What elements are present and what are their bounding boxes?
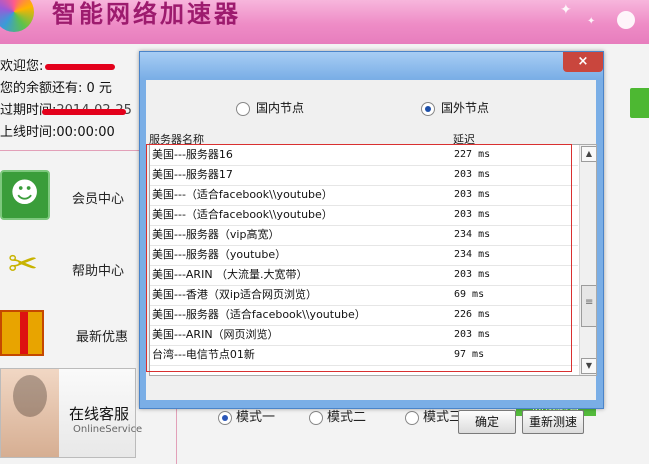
online-service-button[interactable]: 在线客服 OnlineService	[0, 368, 142, 458]
sidebar-item-promo[interactable]: 最新优惠	[0, 308, 160, 368]
scroll-thumb[interactable]	[581, 285, 596, 327]
connect-button[interactable]	[630, 88, 649, 118]
sidebar-divider	[0, 150, 160, 151]
radio-foreign[interactable]: 国外节点	[421, 99, 489, 116]
sparkle-icon: ✦	[560, 2, 572, 18]
mode-label: 模式一	[236, 410, 276, 425]
radio-domestic[interactable]: 国内节点	[236, 99, 304, 116]
expire-line: 过期时间:2014-02-25	[0, 100, 160, 122]
radio-icon	[236, 101, 250, 116]
sparkle-icon: ✦	[587, 16, 596, 27]
radio-selected-icon	[421, 101, 435, 116]
mode-label: 模式三	[423, 410, 463, 425]
online-line: 上线时间:00:00:00	[0, 122, 160, 144]
online-label: 上线时间:	[0, 125, 57, 140]
service-subtitle: OnlineService	[73, 424, 143, 435]
retest-button[interactable]: 重新测速	[522, 410, 584, 434]
app-header: 智能网络加速器 ✦ ✦	[0, 0, 649, 44]
redacted-mark	[45, 63, 116, 70]
scroll-up-icon[interactable]: ▲	[581, 146, 596, 162]
balance-value: 0 元	[86, 81, 112, 96]
service-title: 在线客服	[69, 405, 130, 423]
radio-selected-icon	[218, 410, 232, 425]
dialog-body: 国内节点 国外节点 服务器名称 延迟 美国---服务器16 227 ms 美国---…	[146, 80, 597, 434]
member-icon	[0, 170, 50, 220]
gift-icon	[0, 310, 44, 356]
radio-label: 国外节点	[441, 101, 490, 115]
redacted-mark	[42, 109, 126, 115]
tools-icon: ✂	[7, 244, 39, 285]
app-title: 智能网络加速器	[52, 0, 241, 28]
vertical-scrollbar[interactable]: ▲ ▼	[579, 145, 596, 375]
online-value: 00:00:00	[56, 125, 115, 140]
sidebar-item-member[interactable]: 会员中心	[0, 170, 160, 230]
close-button[interactable]: ×	[563, 52, 603, 72]
service-avatar	[1, 369, 59, 457]
radio-icon	[309, 410, 323, 425]
sidebar-item-help[interactable]: ✂ 帮助中心	[0, 242, 160, 302]
welcome-line: 欢迎您:	[0, 56, 160, 78]
ok-button[interactable]: 确定	[458, 410, 516, 434]
app-logo-icon	[0, 0, 34, 32]
minimize-button[interactable]	[617, 11, 635, 29]
account-info: 欢迎您: 您的余额还有: 0 元 过期时间:2014-02-25 上线时间:00…	[0, 56, 160, 144]
dialog-titlebar: ×	[140, 52, 603, 79]
radio-label: 国内节点	[256, 101, 305, 115]
scroll-down-icon[interactable]: ▼	[581, 358, 596, 374]
highlight-annotation	[146, 144, 572, 372]
balance-label: 您的余额还有:	[0, 81, 83, 96]
balance-line: 您的余额还有: 0 元	[0, 78, 160, 100]
sidebar-item-label: 会员中心	[72, 192, 125, 207]
welcome-label: 欢迎您:	[0, 59, 44, 74]
sidebar-item-label: 帮助中心	[72, 264, 125, 279]
mode-label: 模式二	[327, 410, 367, 425]
radio-icon	[405, 410, 419, 425]
node-select-dialog: × 国内节点 国外节点 服务器名称 延迟 美国---服务器16 227 ms 美国-…	[139, 51, 604, 434]
sidebar-item-label: 最新优惠	[76, 330, 129, 345]
